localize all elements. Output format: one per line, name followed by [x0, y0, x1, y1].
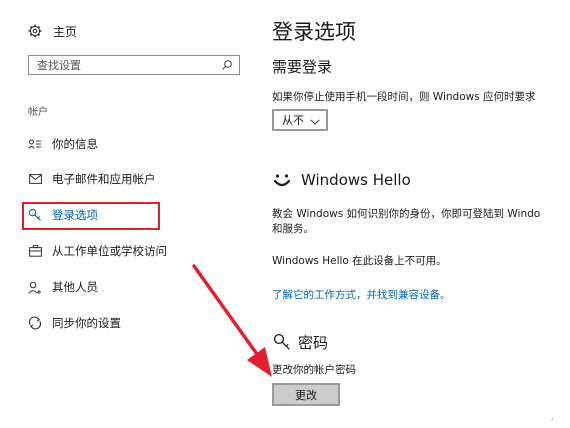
windows-hello-header: Windows Hello [272, 169, 411, 191]
password-title: 密码 [298, 333, 329, 352]
windows-hello-title: Windows Hello [301, 171, 411, 189]
change-password-button[interactable]: 更改 [272, 383, 340, 406]
search-input[interactable] [29, 56, 219, 74]
password-header: 密码 [272, 331, 328, 353]
person-card-icon [28, 137, 42, 151]
dropdown-value: 从不 [282, 114, 304, 127]
chevron-down-icon [310, 116, 320, 125]
search-box[interactable] [28, 55, 240, 75]
mail-icon [28, 172, 42, 186]
windows-hello-description-line1: 教会 Windows 如何识别你的身份，你即可登陆到 Windo [272, 208, 541, 220]
require-signin-title: 需要登录 [272, 58, 333, 76]
search-icon[interactable] [219, 56, 235, 74]
windows-hello-unavailable: Windows Hello 在此设备上不可用。 [272, 255, 447, 267]
sidebar-item-label: 同步你的设置 [52, 316, 121, 330]
section-label-accounts: 帐户 [28, 107, 48, 118]
sidebar-item-sync-settings[interactable]: 同步你的设置 [28, 313, 121, 333]
windows-hello-learn-more-link[interactable]: 了解它的工作方式，并找到兼容设备。 [272, 287, 451, 302]
windows-hello-description-line2: 和服务。 [272, 223, 314, 235]
sidebar-item-your-info[interactable]: 你的信息 [28, 134, 98, 154]
briefcase-icon [28, 244, 42, 258]
settings-sidebar: 主页 帐户 你的信息 [0, 0, 260, 428]
sidebar-item-sign-in-options[interactable]: 登录选项 [28, 205, 98, 225]
sidebar-item-label: 其他人员 [52, 280, 98, 294]
key-icon [28, 208, 42, 222]
sync-icon [28, 316, 42, 330]
require-signin-description: 如果你停止使用手机一段时间，则 Windows 应何时要求 [272, 91, 536, 103]
sidebar-item-other-people[interactable]: 其他人员 [28, 277, 98, 297]
require-signin-dropdown[interactable]: 从不 [272, 109, 328, 131]
person-add-icon [28, 280, 42, 294]
home-nav-item[interactable]: 主页 [28, 22, 77, 40]
sidebar-item-label: 你的信息 [52, 137, 98, 151]
smiley-icon [272, 170, 292, 190]
sidebar-item-label: 登录选项 [52, 208, 98, 222]
sidebar-item-email-accounts[interactable]: 电子邮件和应用帐户 [28, 169, 156, 189]
home-label: 主页 [53, 24, 78, 39]
sidebar-item-label: 从工作单位或学校访问 [52, 244, 167, 258]
password-description: 更改你的帐户密码 [272, 364, 356, 376]
key-icon [272, 332, 292, 352]
page-title: 登录选项 [272, 20, 356, 44]
sidebar-item-label: 电子邮件和应用帐户 [52, 172, 156, 186]
sidebar-item-work-or-school[interactable]: 从工作单位或学校访问 [28, 241, 167, 261]
gear-icon [28, 24, 42, 38]
stray-mark: ·' [550, 418, 554, 425]
main-content: 登录选项 需要登录 如果你停止使用手机一段时间，则 Windows 应何时要求 … [272, 0, 570, 428]
